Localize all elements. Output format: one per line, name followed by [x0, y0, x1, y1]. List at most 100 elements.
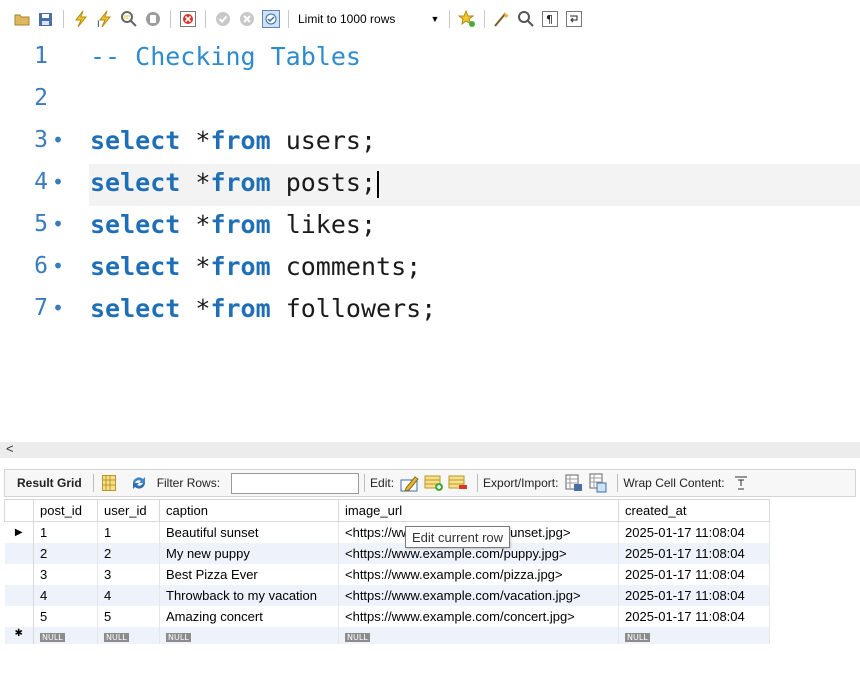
execute-current-icon[interactable]: I — [93, 8, 116, 30]
stop-icon[interactable] — [141, 8, 164, 30]
code-statement: select *from posts; — [90, 168, 380, 198]
scroll-left-icon[interactable]: < — [6, 441, 14, 456]
code-statement: select *from users; — [90, 126, 377, 155]
beautify-icon[interactable] — [490, 8, 513, 30]
null-badge: NULL — [40, 632, 65, 642]
column-header[interactable]: caption — [159, 499, 339, 522]
line-number: 4 — [34, 169, 48, 195]
table-cell[interactable]: NULL — [97, 626, 160, 644]
wrap-cell-label: Wrap Cell Content: — [623, 476, 725, 490]
filter-rows-label: Filter Rows: — [156, 476, 221, 490]
code-statement: select *from comments; — [90, 252, 422, 281]
horizontal-scrollbar[interactable]: < — [0, 441, 860, 458]
table-cell[interactable]: 2025-01-17 11:08:04 — [618, 563, 770, 585]
table-row[interactable]: ▶ 1 1 Beautiful sunset <https://www.exam… — [4, 521, 770, 543]
refresh-icon[interactable] — [129, 473, 149, 493]
svg-text:¶: ¶ — [546, 13, 553, 26]
rollback-icon[interactable] — [235, 8, 258, 30]
toggle-error-icon[interactable] — [176, 8, 199, 30]
result-grid-tab[interactable]: Result Grid — [5, 476, 88, 490]
table-cell[interactable]: 2025-01-17 11:08:04 — [618, 542, 770, 564]
statement-marker: • — [52, 128, 65, 152]
table-cell[interactable]: Beautiful sunset — [159, 521, 339, 543]
table-cell[interactable]: 3 — [33, 563, 98, 585]
column-header[interactable]: post_id — [33, 499, 98, 522]
editor-line: 3 • select *from users; — [0, 122, 860, 164]
editor-line: 2 — [0, 80, 860, 122]
table-cell[interactable]: 4 — [33, 584, 98, 606]
edit-row-icon[interactable] — [400, 473, 420, 493]
wrap-cell-icon[interactable] — [731, 473, 751, 493]
autocommit-icon[interactable] — [259, 8, 282, 30]
table-row[interactable]: 4 4 Throwback to my vacation <https://ww… — [4, 584, 770, 606]
table-cell[interactable]: <https://www.example.com/concert.jpg> — [338, 605, 619, 627]
edit-label: Edit: — [370, 476, 395, 490]
grid-header-row: post_id user_id caption image_url create… — [4, 499, 770, 522]
table-cell[interactable]: 2025-01-17 11:08:04 — [618, 584, 770, 606]
table-cell[interactable]: Amazing concert — [159, 605, 339, 627]
find-icon[interactable] — [514, 8, 537, 30]
table-cell[interactable]: My new puppy — [159, 542, 339, 564]
bookmark-icon[interactable] — [455, 8, 478, 30]
null-badge: NULL — [625, 632, 650, 642]
table-cell[interactable]: 2 — [97, 542, 160, 564]
null-badge: NULL — [345, 632, 370, 642]
table-row[interactable]: 5 5 Amazing concert <https://www.example… — [4, 605, 770, 627]
editor-line: 7 • select *from followers; — [0, 290, 860, 332]
column-header[interactable]: created_at — [618, 499, 770, 522]
import-icon[interactable] — [588, 473, 608, 493]
form-view-icon[interactable] — [99, 473, 119, 493]
line-number: 2 — [34, 85, 48, 111]
svg-text:I: I — [97, 20, 100, 28]
table-cell[interactable]: <https://www.example.com/pizza.jpg> — [338, 563, 619, 585]
commit-icon[interactable] — [211, 8, 234, 30]
column-header[interactable]: image_url — [338, 499, 619, 522]
table-cell[interactable]: 4 — [97, 584, 160, 606]
table-cell[interactable]: 1 — [97, 521, 160, 543]
save-icon[interactable] — [34, 8, 57, 30]
new-row[interactable]: ✱ NULL NULL NULL NULL NULL — [4, 626, 770, 644]
text-caret — [377, 170, 380, 198]
export-icon[interactable] — [564, 473, 584, 493]
table-cell[interactable]: 5 — [33, 605, 98, 627]
table-cell[interactable]: NULL — [159, 626, 339, 644]
filter-rows-input[interactable] — [231, 472, 360, 494]
invisible-chars-icon[interactable]: ¶ — [538, 8, 561, 30]
editor-line: 5 • select *from likes; — [0, 206, 860, 248]
table-cell[interactable]: Best Pizza Ever — [159, 563, 339, 585]
table-cell[interactable]: Throwback to my vacation — [159, 584, 339, 606]
table-cell[interactable]: 5 — [97, 605, 160, 627]
execute-icon[interactable] — [69, 8, 92, 30]
sql-editor[interactable]: 1 -- Checking Tables 2 3 • select *from … — [0, 38, 860, 438]
row-indicator-header — [4, 499, 34, 522]
edit-row-tooltip: Edit current row — [405, 526, 511, 548]
code-comment: -- Checking Tables — [90, 42, 361, 71]
table-cell[interactable]: 2025-01-17 11:08:04 — [618, 521, 770, 543]
table-cell[interactable]: 1 — [33, 521, 98, 543]
table-cell[interactable]: 3 — [97, 563, 160, 585]
code-statement: select *from followers; — [90, 294, 437, 323]
sql-editor-toolbar: I Limit to 1000 rows ▼ ¶ — [0, 0, 860, 38]
line-number: 5 — [34, 211, 48, 237]
table-cell[interactable]: NULL — [338, 626, 619, 644]
table-cell[interactable]: NULL — [618, 626, 770, 644]
result-grid[interactable]: post_id user_id caption image_url create… — [4, 499, 770, 644]
table-cell[interactable]: 2025-01-17 11:08:04 — [618, 605, 770, 627]
limit-rows-label: Limit to 1000 rows — [298, 12, 396, 26]
row-indicator — [4, 605, 34, 627]
table-cell[interactable]: <https://www.example.com/vacation.jpg> — [338, 584, 619, 606]
table-row[interactable]: 2 2 My new puppy <https://www.example.co… — [4, 542, 770, 564]
wrap-icon[interactable] — [562, 8, 585, 30]
explain-icon[interactable] — [117, 8, 140, 30]
folder-icon[interactable] — [10, 8, 33, 30]
statement-marker: • — [52, 296, 65, 320]
table-cell[interactable]: 2 — [33, 542, 98, 564]
add-row-icon[interactable] — [424, 473, 444, 493]
table-row[interactable]: 3 3 Best Pizza Ever <https://www.example… — [4, 563, 770, 585]
column-header[interactable]: user_id — [97, 499, 160, 522]
statement-marker: • — [52, 254, 65, 278]
limit-rows-select[interactable]: Limit to 1000 rows ▼ — [294, 9, 442, 30]
delete-row-icon[interactable] — [448, 473, 468, 493]
table-cell[interactable]: NULL — [33, 626, 98, 644]
current-row-indicator: ▶ — [4, 521, 34, 543]
